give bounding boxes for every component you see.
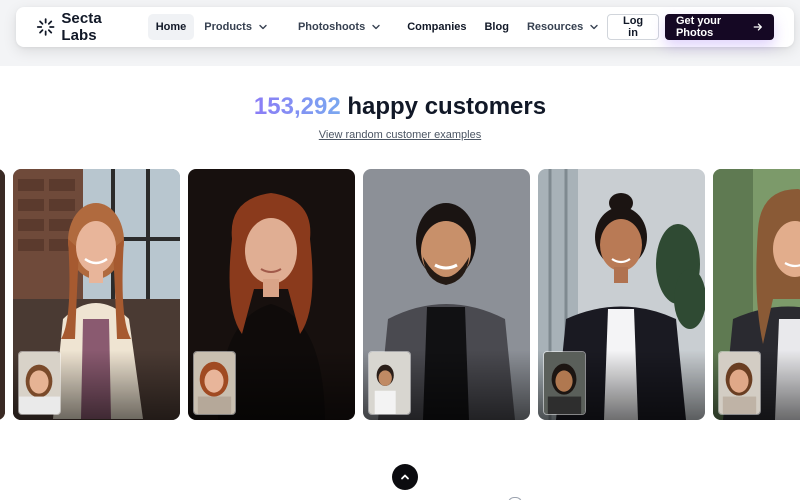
- nav-item-label: Blog: [484, 21, 509, 33]
- input-selfie-thumbnail: [368, 351, 411, 415]
- customer-gallery: [0, 169, 800, 420]
- gallery-card[interactable]: [13, 169, 180, 420]
- nav-item-label: Resources: [526, 21, 584, 33]
- selfie-image: [369, 352, 410, 414]
- top-navbar: Secta Labs Home Products Photoshoots Com…: [16, 7, 794, 47]
- nav-item-label: Companies: [407, 21, 467, 33]
- gallery-card[interactable]: [538, 169, 705, 420]
- input-selfie-thumbnail: [193, 351, 236, 415]
- brand-logo[interactable]: Secta Labs: [36, 10, 132, 44]
- portrait-image: [0, 169, 5, 420]
- headline-text: happy customers: [347, 93, 547, 120]
- nav-item-label: Home: [155, 21, 187, 33]
- scroll-to-top-button[interactable]: [392, 464, 418, 490]
- get-photos-button[interactable]: Get your Photos: [664, 14, 774, 40]
- login-button[interactable]: Log in: [607, 14, 659, 40]
- nav-item-photoshoots[interactable]: Photoshoots: [290, 14, 389, 40]
- customer-count-headline: 153,292 happy customers: [0, 93, 800, 121]
- selfie-image: [719, 352, 760, 414]
- chevron-up-icon: [401, 474, 409, 480]
- brand-name: Secta Labs: [61, 10, 102, 44]
- chevron-down-icon: [590, 24, 598, 30]
- selfie-image: [544, 352, 585, 414]
- get-photos-label: Get your Photos: [675, 15, 722, 39]
- nav-links: Home Products Photoshoots Companies Blog…: [147, 14, 607, 40]
- nav-item-resources[interactable]: Resources: [519, 14, 607, 40]
- selfie-image: [19, 352, 60, 414]
- gallery-card[interactable]: [363, 169, 530, 420]
- nav-item-label: Products: [204, 21, 252, 33]
- nav-item-home[interactable]: Home: [147, 14, 195, 40]
- chevron-down-icon: [259, 24, 267, 30]
- nav-item-products[interactable]: Products: [196, 14, 276, 40]
- view-examples-link[interactable]: View random customer examples: [0, 129, 800, 141]
- gallery-card[interactable]: [0, 169, 5, 420]
- nav-actions: Log in Get your Photos: [607, 14, 774, 40]
- arrow-right-icon: [753, 23, 762, 31]
- nav-item-blog[interactable]: Blog: [476, 14, 516, 40]
- input-selfie-thumbnail: [18, 351, 61, 415]
- nav-item-label: Photoshoots: [297, 21, 366, 33]
- gallery-card[interactable]: [713, 169, 800, 420]
- gallery-card[interactable]: [188, 169, 355, 420]
- sunburst-logo-icon: [36, 18, 55, 36]
- input-selfie-thumbnail: [718, 351, 761, 415]
- input-selfie-thumbnail: [543, 351, 586, 415]
- selfie-image: [194, 352, 235, 414]
- customer-count: 153,292: [253, 93, 341, 120]
- chevron-down-icon: [372, 24, 380, 30]
- nav-item-companies[interactable]: Companies: [399, 14, 474, 40]
